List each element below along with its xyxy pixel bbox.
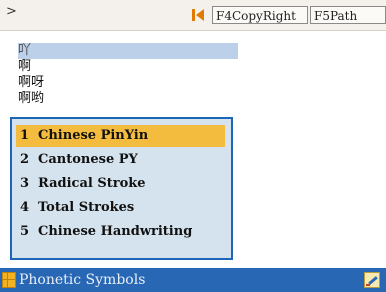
menu-item-cantonese-py[interactable]: 2 Cantonese PY <box>16 149 225 171</box>
input-method-menu: 1 Chinese PinYin 2 Cantonese PY 3 Radical S… <box>10 117 233 260</box>
menu-item-label: Cantonese PY <box>38 152 138 167</box>
candidate-item[interactable]: 啊呀 <box>18 75 238 91</box>
menu-item-label: Chinese PinYin <box>38 128 149 143</box>
menu-item-chinese-handwriting[interactable]: 5 Chinese Handwriting <box>16 221 225 243</box>
prompt-symbol: > <box>6 4 17 19</box>
skip-back-icon[interactable] <box>192 9 204 21</box>
menu-item-radical-stroke[interactable]: 3 Radical Stroke <box>16 173 225 195</box>
menu-item-number: 4 <box>20 200 30 215</box>
menu-item-number: 2 <box>20 152 30 167</box>
grid-icon[interactable] <box>2 272 16 288</box>
menu-item-number: 1 <box>20 128 30 143</box>
input-mode-label[interactable]: Phonetic Symbols <box>19 271 145 289</box>
candidate-item[interactable]: 啊哟 <box>18 91 238 107</box>
menu-item-number: 5 <box>20 224 30 239</box>
menu-item-total-strokes[interactable]: 4 Total Strokes <box>16 197 225 219</box>
menu-item-label: Radical Stroke <box>38 176 146 191</box>
menu-item-number: 3 <box>20 176 30 191</box>
status-bar: Phonetic Symbols <box>0 268 386 292</box>
top-toolbar: > F4CopyRight F5Path <box>0 0 386 31</box>
menu-item-label: Total Strokes <box>38 200 135 215</box>
f4-copyright-button[interactable]: F4CopyRight <box>212 6 308 24</box>
candidate-item[interactable]: 吖 <box>18 43 238 59</box>
f5-path-button[interactable]: F5Path <box>310 6 386 24</box>
candidate-item[interactable]: 啊 <box>18 59 238 75</box>
menu-item-chinese-pinyin[interactable]: 1 Chinese PinYin <box>16 125 225 147</box>
menu-item-label: Chinese Handwriting <box>38 224 193 239</box>
edit-icon[interactable] <box>364 272 380 288</box>
